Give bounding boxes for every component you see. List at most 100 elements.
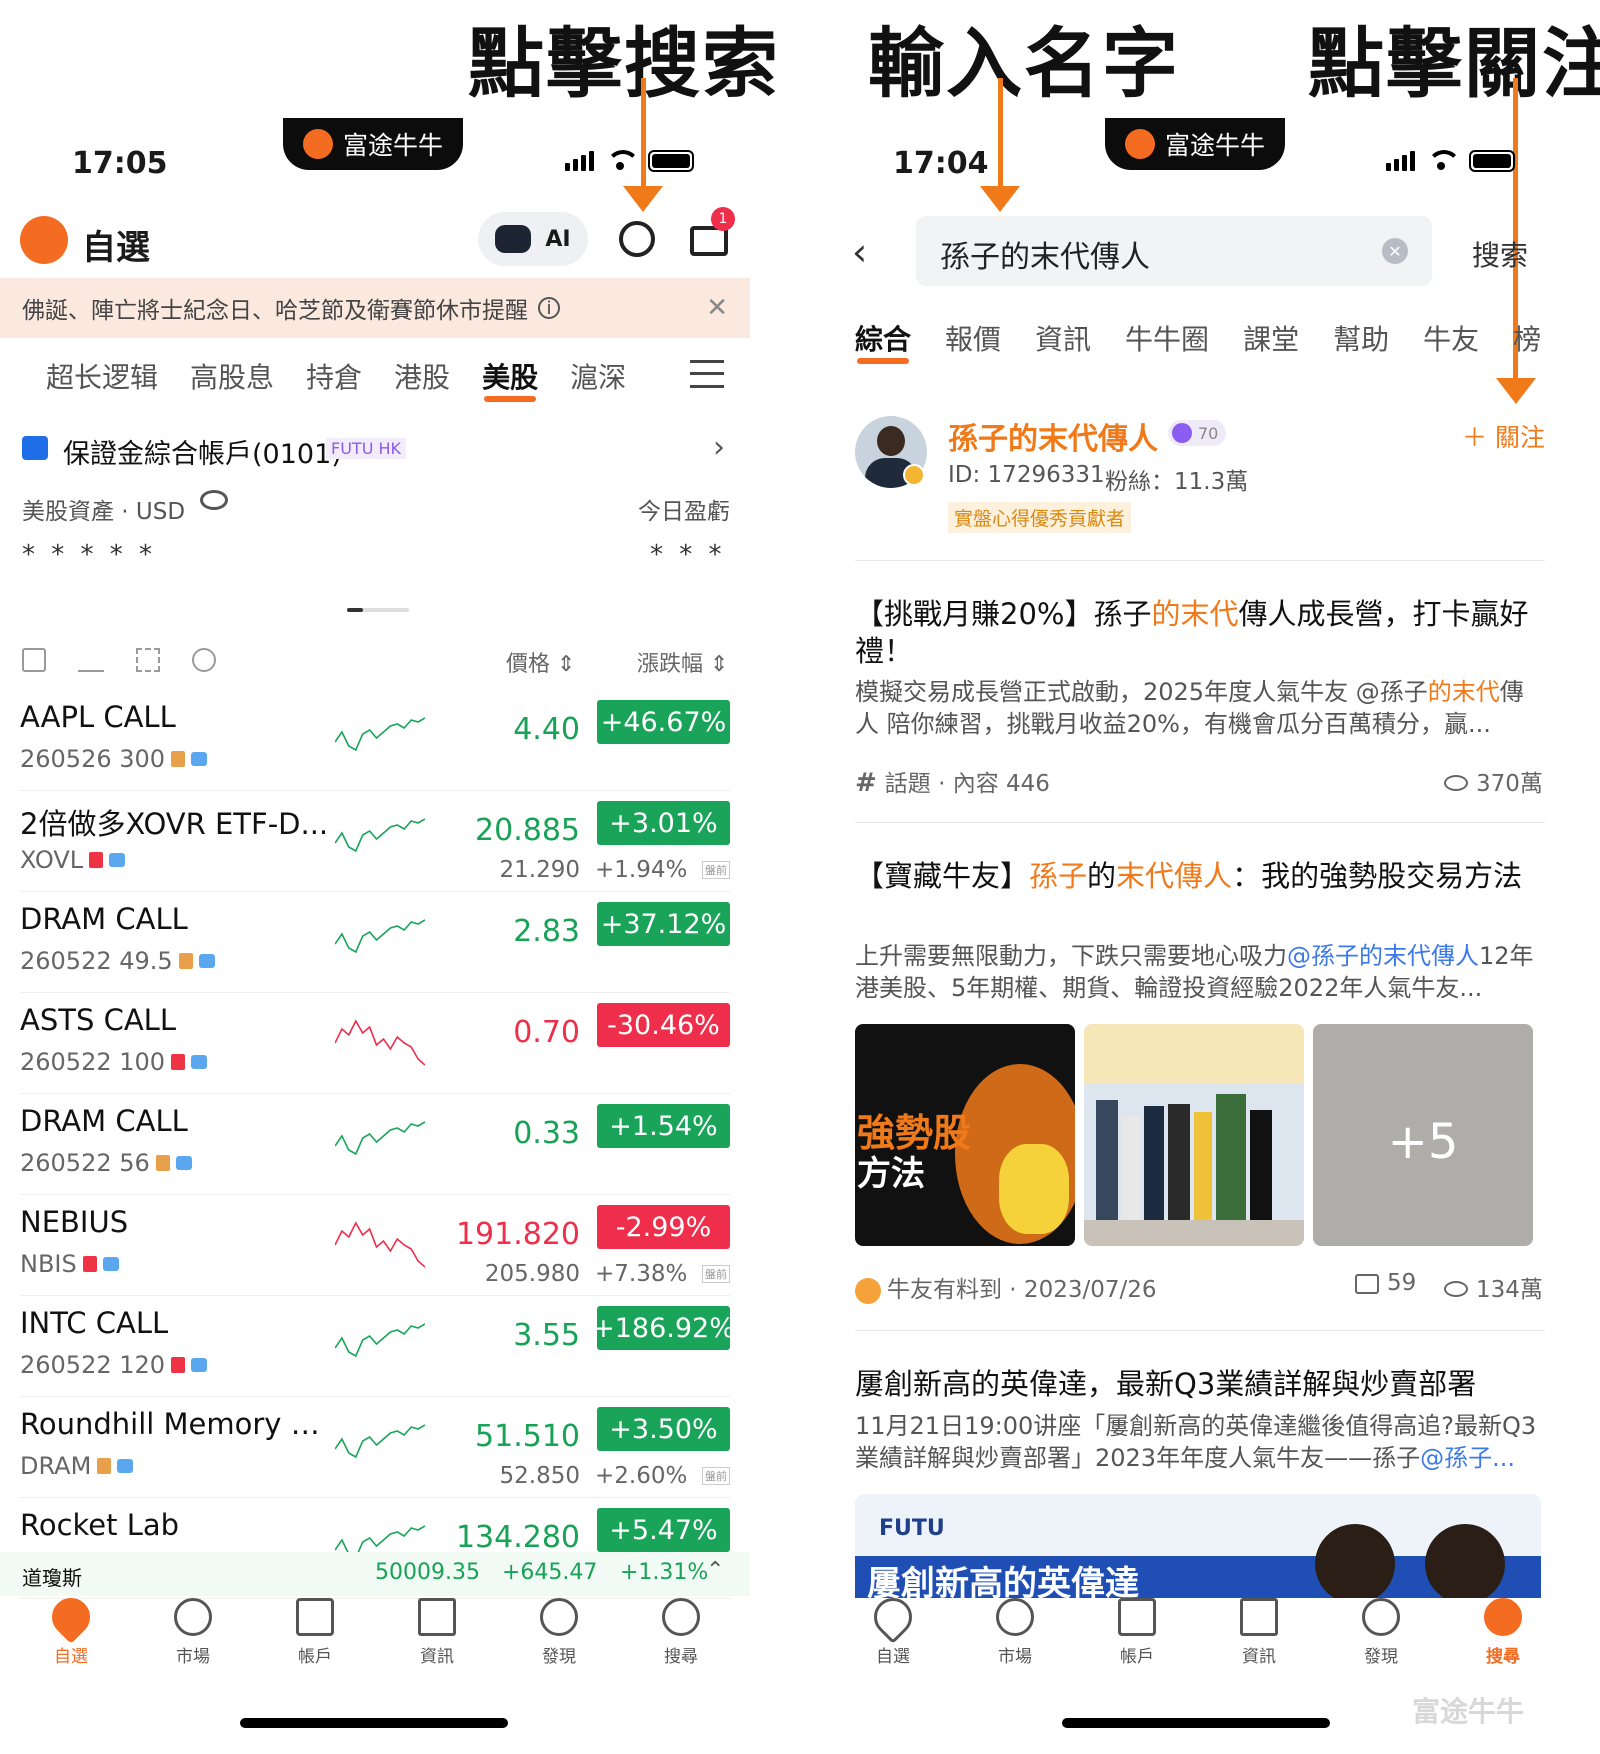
search-icon[interactable]: [619, 221, 655, 257]
search-button[interactable]: 搜索: [1472, 234, 1528, 274]
stock-row[interactable]: ASTS CALL 260522 100 0.70 -30.46%: [20, 993, 730, 1094]
nav-search[interactable]: 搜尋: [620, 1598, 742, 1678]
stock-change[interactable]: +5.47%: [597, 1508, 730, 1552]
tab-rank[interactable]: 榜: [1513, 318, 1541, 358]
stock-change[interactable]: +3.01%: [597, 801, 730, 845]
nav-account[interactable]: 帳戶: [254, 1598, 376, 1678]
back-chevron-icon[interactable]: ‹: [852, 230, 867, 274]
nav-account[interactable]: 帳戶: [1076, 1598, 1198, 1678]
tab-class[interactable]: 課堂: [1243, 318, 1299, 358]
nav-market[interactable]: 市場: [954, 1598, 1076, 1678]
tab-friends[interactable]: 牛友: [1423, 318, 1479, 358]
ai-button[interactable]: AI: [478, 212, 588, 266]
eye-off-icon[interactable]: [200, 490, 228, 510]
stock-name: 2倍做多XOVR ETF-D...: [20, 807, 329, 841]
stock-price: 0.70: [513, 1015, 580, 1050]
post-title[interactable]: 屢創新高的英偉達，最新Q3業績詳解與炒賣部署: [855, 1366, 1545, 1403]
stock-price: 134.280: [455, 1520, 580, 1555]
tab-cn[interactable]: 滬深: [570, 356, 626, 396]
stock-change[interactable]: +186.92%: [592, 1306, 735, 1350]
stock-change[interactable]: +37.12%: [597, 902, 730, 946]
tab-hk[interactable]: 港股: [394, 356, 450, 396]
close-icon[interactable]: ✕: [706, 293, 728, 323]
user-id: ID: 17296331: [948, 462, 1105, 488]
post-body[interactable]: 11月21日19:00讲座「屢創新高的英偉達繼後值得高追?最新Q3業績詳解與炒賣…: [855, 1410, 1545, 1474]
user-name[interactable]: 孫子的末代傳人: [948, 414, 1158, 458]
column-price[interactable]: 價格 ⇕: [506, 646, 575, 678]
index-bar[interactable]: 道瓊斯 50009.35 +645.47 +1.31% ⌃: [0, 1552, 750, 1596]
post-author[interactable]: 牛友有料到 · 2023/07/26: [855, 1270, 1157, 1304]
tab-us[interactable]: 美股: [482, 356, 538, 402]
post-image-more[interactable]: +5: [1313, 1024, 1533, 1246]
stock-row[interactable]: AAPL CALL 260526 300 4.40 +46.67%: [20, 690, 730, 791]
search-input[interactable]: 孫子的末代傳人: [940, 232, 1150, 276]
annotation-click-follow: 點擊關注: [1308, 19, 1600, 108]
nav-discover[interactable]: 發現: [498, 1598, 620, 1678]
nav-watchlist[interactable]: 自選: [832, 1590, 954, 1678]
chart-icon[interactable]: [78, 648, 104, 672]
stock-row[interactable]: DRAM CALL 260522 56 0.33 +1.54%: [20, 1094, 730, 1195]
post-image[interactable]: 強勢股 方法: [855, 1024, 1075, 1246]
stock-change[interactable]: +46.67%: [597, 700, 730, 744]
annotation-arrowhead: [623, 186, 663, 212]
chevron-up-icon[interactable]: ⌃: [706, 1558, 724, 1583]
nav-market[interactable]: 市場: [132, 1598, 254, 1678]
post-title[interactable]: 【寶藏牛友】孫子的末代傳人：我的強勢股交易方法: [855, 858, 1545, 895]
pl-masked: * * *: [650, 540, 726, 570]
clear-icon[interactable]: ✕: [1382, 238, 1408, 264]
copy-icon[interactable]: [22, 648, 46, 672]
stock-row[interactable]: INTC CALL 260522 120 3.55 +186.92%: [20, 1296, 735, 1397]
post-banner[interactable]: FUTU 屢創新高的英偉達: [855, 1494, 1541, 1598]
annotation-arrowhead: [1496, 378, 1536, 404]
account-badge: FUTU HK: [326, 438, 407, 459]
post-image[interactable]: [1084, 1024, 1304, 1246]
premarket-price: 52.850: [499, 1463, 580, 1489]
stock-change[interactable]: +1.54%: [597, 1104, 730, 1148]
holiday-banner[interactable]: 佛誕、陣亡將士紀念日、哈芝節及衛賽節休市提醒 i ✕: [0, 278, 750, 338]
tab-dividend[interactable]: 高股息: [190, 356, 274, 396]
column-change[interactable]: 漲跌幅 ⇕: [637, 646, 728, 678]
stock-row[interactable]: NEBIUS NBIS 191.820 -2.99% 205.980 +7.38% 盤前: [20, 1195, 730, 1296]
stock-row[interactable]: 2倍做多XOVR ETF-D... XOVL 20.885 +3.01% 21.290 +…: [20, 791, 730, 892]
stock-change[interactable]: +3.50%: [597, 1407, 730, 1451]
info-icon[interactable]: i: [538, 297, 560, 319]
post-body[interactable]: 上升需要無限動力，下跌只需要地心吸力@孫子的末代傳人12年港美股、5年期權、期貨…: [855, 940, 1545, 1004]
stock-price: 191.820: [455, 1217, 580, 1252]
stock-row[interactable]: DRAM CALL 260522 49.5 2.83 +37.12%: [20, 892, 730, 993]
sparkline-chart: [335, 1121, 425, 1156]
stock-code: 260522 56: [20, 1149, 192, 1177]
chevron-right-icon[interactable]: ›: [713, 430, 725, 465]
settings-icon[interactable]: [192, 648, 216, 672]
stock-change[interactable]: -30.46%: [597, 1003, 730, 1047]
divider: [855, 822, 1545, 823]
nav-discover[interactable]: 發現: [1320, 1598, 1442, 1678]
menu-icon[interactable]: [690, 360, 724, 388]
nav-news[interactable]: 資訊: [1198, 1598, 1320, 1678]
tab-holdings[interactable]: 持倉: [306, 356, 362, 396]
nav-news[interactable]: 資訊: [376, 1598, 498, 1678]
post-title[interactable]: 【挑戰月賺20%】孫子的末代傳人成長營，打卡贏好禮！: [855, 596, 1545, 670]
news-icon: [1240, 1598, 1278, 1636]
tab-quotes[interactable]: 報價: [945, 318, 1001, 358]
banner-text: 佛誕、陣亡將士紀念日、哈芝節及衛賽節休市提醒: [22, 298, 528, 324]
index-change: +645.47: [502, 1560, 598, 1585]
stock-change[interactable]: -2.99%: [597, 1205, 730, 1249]
tab-all[interactable]: 綜合: [855, 318, 911, 364]
post-body[interactable]: 模擬交易成長營正式啟動，2025年度人氣牛友 @孫子的末代傳人 陪你練習，挑戰月…: [855, 676, 1545, 740]
tab-community[interactable]: 牛牛圈: [1125, 318, 1209, 358]
document-icon: [178, 953, 193, 969]
follow-button[interactable]: ＋ 關注: [1462, 418, 1545, 454]
search-box[interactable]: 孫子的末代傳人 ✕: [916, 216, 1432, 286]
stock-price: 0.33: [513, 1116, 580, 1151]
tab-news[interactable]: 資訊: [1035, 318, 1091, 358]
tab-long-logic[interactable]: 超长逻辑: [46, 356, 158, 396]
account-name[interactable]: 保證金綜合帳戶(0101): [63, 432, 342, 471]
stock-price: 2.83: [513, 914, 580, 949]
wifi-icon: [1427, 150, 1461, 172]
post-comments[interactable]: 59: [1355, 1270, 1416, 1296]
nav-search[interactable]: 搜尋: [1442, 1598, 1564, 1678]
tab-help[interactable]: 幫助: [1333, 318, 1389, 358]
stock-row[interactable]: Roundhill Memory ETF DRAM 51.510 +3.50% 52.8…: [20, 1397, 730, 1498]
nav-watchlist[interactable]: 自選: [10, 1590, 132, 1678]
grid-icon[interactable]: [136, 648, 160, 672]
